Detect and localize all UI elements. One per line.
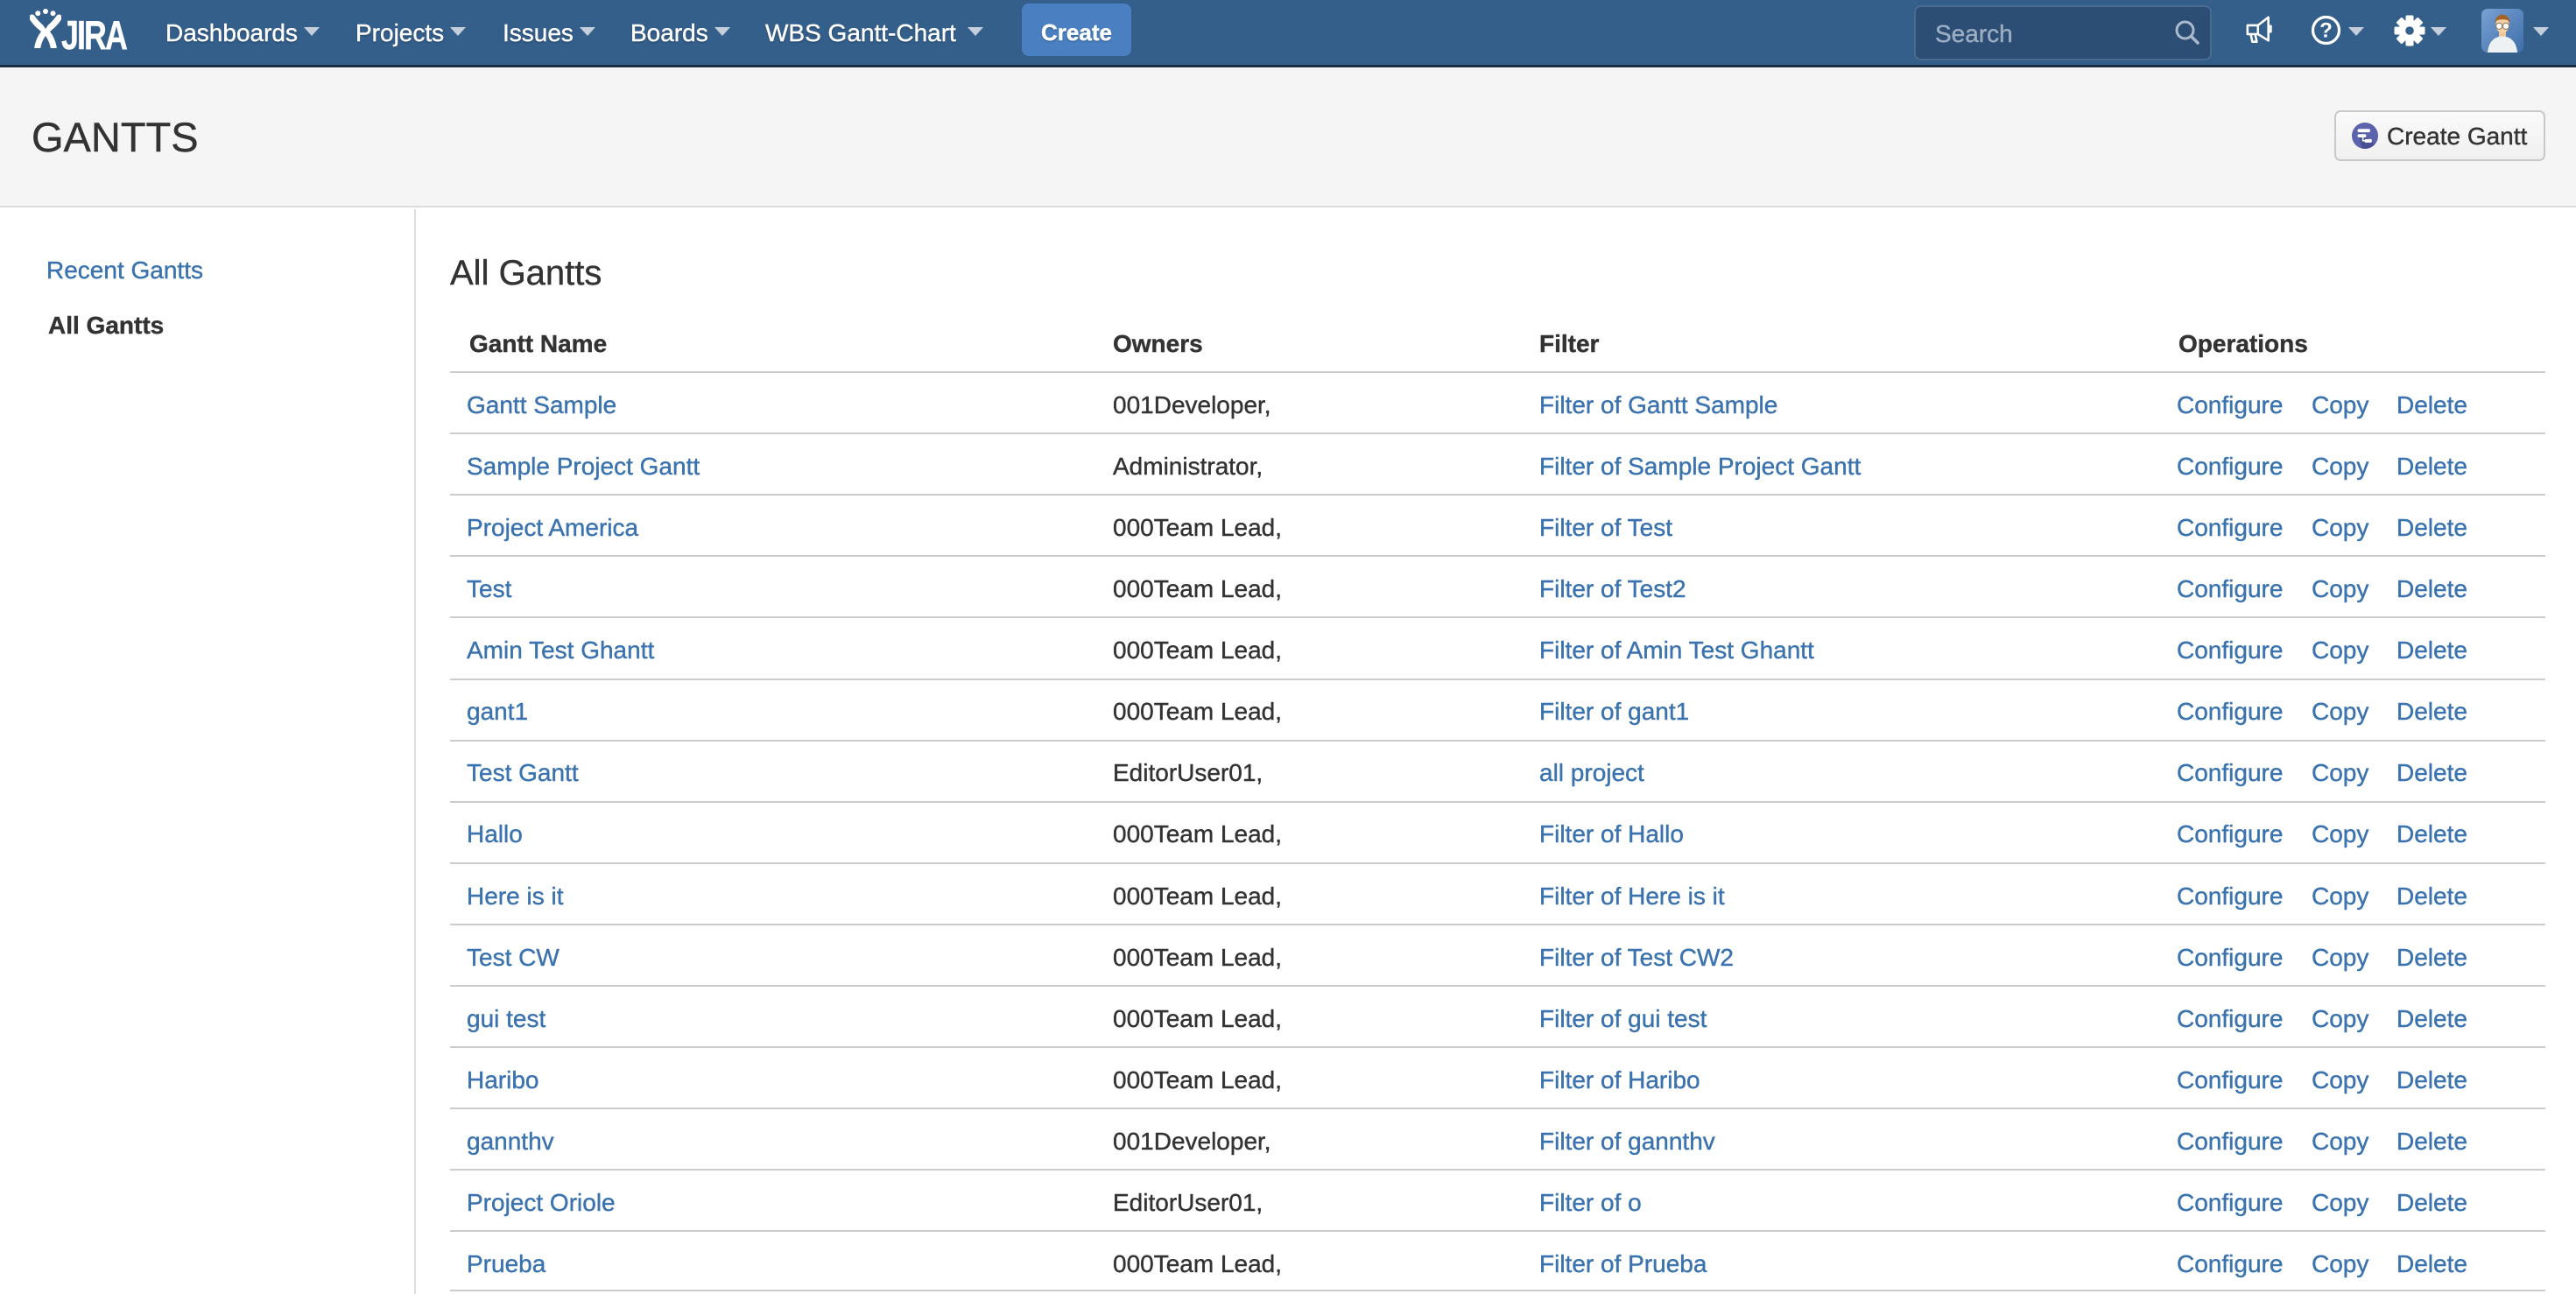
svg-text:?: ? [2319,19,2333,43]
